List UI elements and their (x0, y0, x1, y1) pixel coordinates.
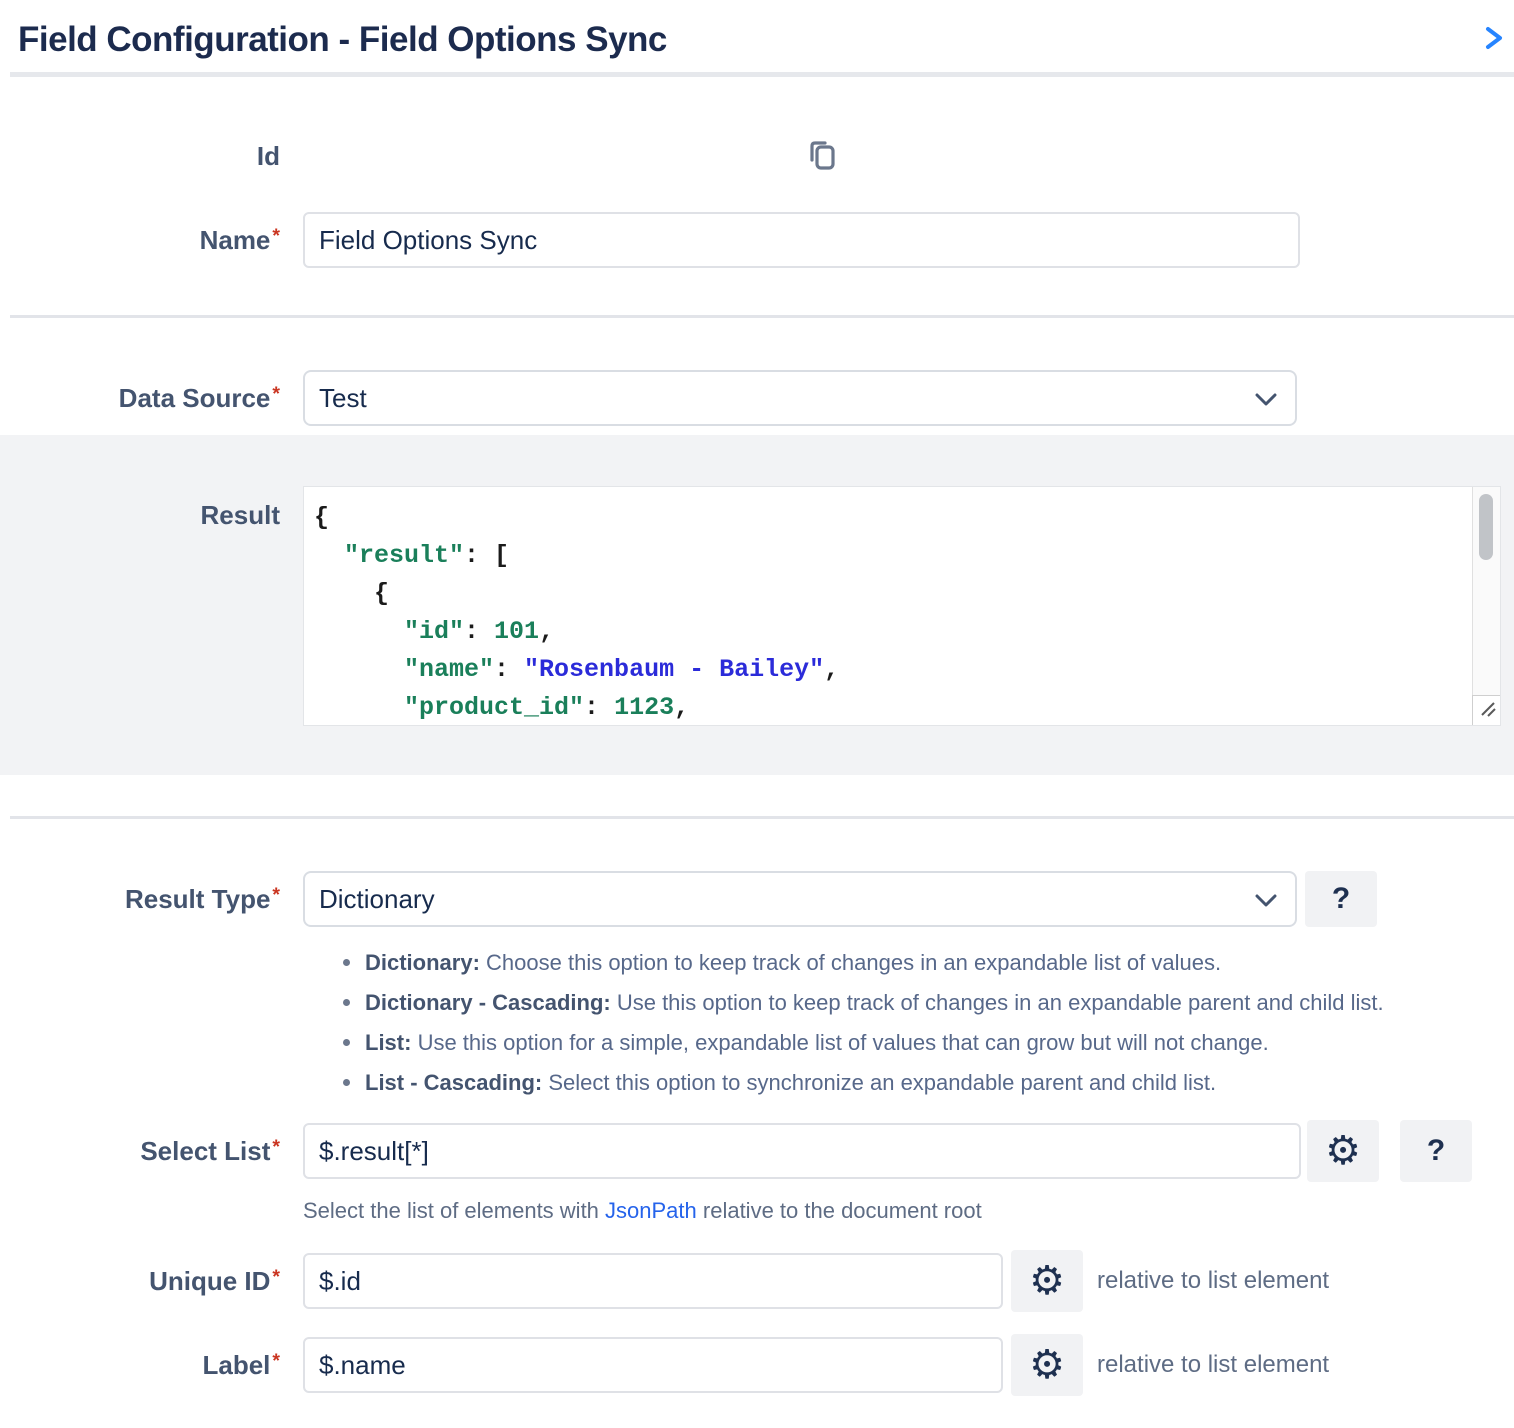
copy-icon (805, 161, 839, 176)
result-label: Result (0, 486, 303, 531)
result-scrollbar-track[interactable] (1472, 487, 1500, 725)
label-label: Label* (0, 1350, 303, 1381)
jsonpath-link[interactable]: JsonPath (605, 1198, 697, 1223)
name-label: Name* (0, 225, 303, 256)
data-source-label: Data Source* (0, 383, 303, 414)
select-list-row: Select List* ⚙ ? (0, 1120, 1514, 1182)
result-resize-handle[interactable] (1472, 695, 1500, 725)
required-asterisk: * (272, 1266, 280, 1288)
name-input[interactable] (303, 212, 1300, 268)
select-list-help-button[interactable]: ? (1400, 1120, 1472, 1182)
unique-id-label: Unique ID* (0, 1266, 303, 1297)
dialog-header: Field Configuration - Field Options Sync (0, 0, 1514, 72)
data-source-select[interactable]: Test (303, 370, 1297, 426)
help-item-list: List: Use this option for a simple, expa… (339, 1031, 1514, 1054)
result-type-select[interactable]: Dictionary (303, 871, 1297, 927)
help-item-list-cascading: List - Cascading: Select this option to … (339, 1071, 1514, 1094)
result-row: Result { "result": [ { "id": 101, "name"… (0, 486, 1514, 726)
result-json-content: { "result": [ { "id": 101, "name": "Rose… (304, 487, 1472, 725)
copy-id-button[interactable] (805, 137, 839, 176)
required-asterisk: * (272, 1136, 280, 1158)
required-asterisk: * (272, 383, 280, 405)
result-type-help-list: Dictionary: Choose this option to keep t… (339, 951, 1514, 1094)
page-title: Field Configuration - Field Options Sync (18, 20, 667, 60)
required-asterisk: * (272, 225, 280, 247)
label-row: Label* ⚙ relative to list element (0, 1334, 1514, 1396)
label-hint: relative to list element (1097, 1351, 1329, 1379)
unique-id-settings-button[interactable]: ⚙ (1011, 1250, 1083, 1312)
resize-grip-icon (1477, 698, 1497, 723)
id-label: Id (0, 141, 303, 172)
select-list-settings-button[interactable]: ⚙ (1307, 1120, 1379, 1182)
question-icon: ? (1332, 882, 1350, 916)
select-list-label: Select List* (0, 1136, 303, 1167)
select-list-input[interactable] (303, 1123, 1301, 1179)
label-settings-button[interactable]: ⚙ (1011, 1334, 1083, 1396)
question-icon: ? (1427, 1134, 1445, 1168)
unique-id-row: Unique ID* ⚙ relative to list element (0, 1250, 1514, 1312)
select-list-hint: Select the list of elements with JsonPat… (303, 1198, 1514, 1224)
unique-id-hint: relative to list element (1097, 1267, 1329, 1295)
result-json-editor[interactable]: { "result": [ { "id": 101, "name": "Rose… (303, 486, 1501, 726)
header-divider (10, 72, 1514, 77)
chevron-right-icon (1480, 40, 1506, 55)
result-scrollbar-thumb[interactable] (1479, 494, 1493, 560)
result-type-label: Result Type* (0, 884, 303, 915)
section-divider (10, 816, 1514, 819)
required-asterisk: * (272, 884, 280, 906)
gear-icon: ⚙ (1029, 1345, 1065, 1385)
gear-icon: ⚙ (1325, 1131, 1361, 1171)
label-input[interactable] (303, 1337, 1003, 1393)
data-source-selected-value: Test (319, 383, 367, 414)
collapse-panel-button[interactable] (1480, 20, 1506, 55)
gear-icon: ⚙ (1029, 1261, 1065, 1301)
result-type-help-button[interactable]: ? (1305, 871, 1377, 927)
help-item-dictionary-cascading: Dictionary - Cascading: Use this option … (339, 991, 1514, 1014)
chevron-down-icon (1255, 884, 1277, 915)
result-type-row: Result Type* Dictionary ? (0, 871, 1514, 927)
result-section: Result { "result": [ { "id": 101, "name"… (0, 435, 1514, 775)
required-asterisk: * (272, 1350, 280, 1372)
id-row: Id (0, 137, 1514, 176)
section-divider (10, 315, 1514, 318)
data-source-row: Data Source* Test (0, 370, 1514, 426)
unique-id-input[interactable] (303, 1253, 1003, 1309)
chevron-down-icon (1255, 383, 1277, 414)
name-row: Name* (0, 212, 1514, 268)
result-type-selected-value: Dictionary (319, 884, 435, 915)
help-item-dictionary: Dictionary: Choose this option to keep t… (339, 951, 1514, 974)
